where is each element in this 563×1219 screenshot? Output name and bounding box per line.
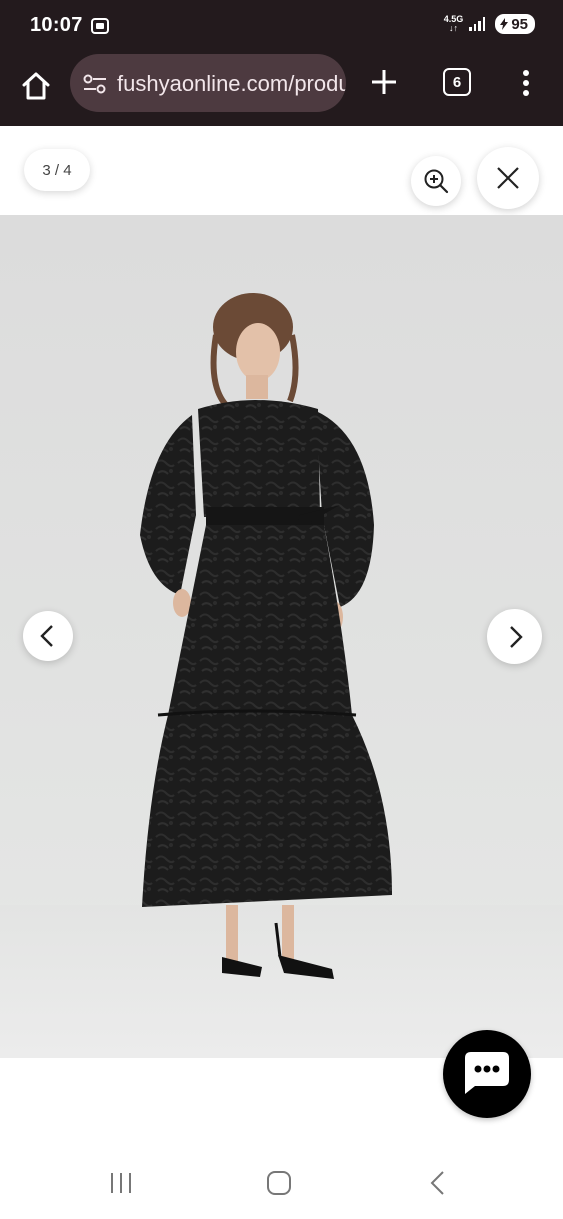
back-icon xyxy=(430,1171,444,1195)
recent-apps-button[interactable] xyxy=(108,1170,134,1201)
charging-icon xyxy=(500,18,509,30)
system-navigation-bar xyxy=(0,1150,563,1219)
home-nav-button[interactable] xyxy=(266,1170,292,1201)
chevron-right-icon xyxy=(509,625,523,648)
screenshot-icon xyxy=(90,16,110,41)
close-button[interactable] xyxy=(477,147,539,209)
zoom-button[interactable] xyxy=(411,156,461,206)
url-bar[interactable]: fushyaonline.com/products/ xyxy=(70,54,346,112)
browser-toolbar: fushyaonline.com/products/ 6 xyxy=(0,52,563,126)
tab-switcher-button[interactable]: 6 xyxy=(443,68,471,96)
gallery-header: 3 / 4 xyxy=(0,126,563,215)
product-photo-illustration xyxy=(0,293,563,1058)
product-image[interactable] xyxy=(0,215,563,1058)
new-tab-button[interactable] xyxy=(368,66,400,98)
recent-apps-icon xyxy=(111,1173,131,1193)
zoom-in-icon xyxy=(424,169,449,194)
chat-bubble-icon xyxy=(465,1052,509,1094)
chevron-left-icon xyxy=(40,625,53,647)
url-text[interactable]: fushyaonline.com/products/ xyxy=(117,71,346,97)
plus-icon xyxy=(372,70,396,94)
home-button[interactable] xyxy=(18,68,54,104)
close-icon xyxy=(497,167,519,189)
network-type: 4.5G ↓↑ xyxy=(443,14,464,33)
chat-button[interactable] xyxy=(443,1030,531,1118)
status-time: 10:07 xyxy=(30,14,83,36)
previous-image-button[interactable] xyxy=(23,611,73,661)
status-bar: 10:07 4.5G ↓↑ 95 xyxy=(0,0,563,52)
battery-indicator: 95 xyxy=(495,14,535,34)
more-vert-icon xyxy=(523,70,529,96)
image-counter: 3 / 4 xyxy=(24,149,90,191)
signal-icon xyxy=(469,17,486,31)
home-icon xyxy=(22,72,50,100)
home-square-icon xyxy=(267,1171,291,1195)
back-button[interactable] xyxy=(428,1170,448,1201)
more-menu-button[interactable] xyxy=(516,68,536,98)
next-image-button[interactable] xyxy=(487,609,542,664)
tune-icon[interactable] xyxy=(82,73,108,100)
